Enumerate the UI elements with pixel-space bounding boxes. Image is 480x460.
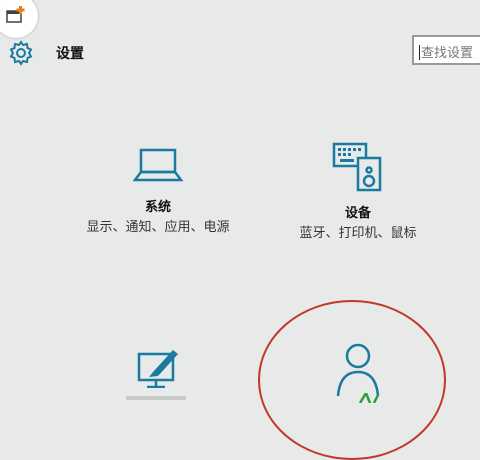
page-title: 设置 xyxy=(56,46,84,62)
settings-header: 设置 xyxy=(8,38,84,68)
tile-personalization[interactable] xyxy=(126,346,190,388)
clipped-label xyxy=(126,396,186,400)
search-input[interactable]: 查找设置 xyxy=(412,35,480,65)
gear-icon xyxy=(9,40,33,66)
cursor-icon xyxy=(358,393,380,403)
app-corner-badge xyxy=(0,0,38,38)
search-placeholder: 查找设置 xyxy=(421,46,474,61)
tile-system[interactable]: 系统 显示、通知、应用、电源 xyxy=(80,142,236,237)
tile-devices-name: 设备 xyxy=(344,206,371,221)
window-icon xyxy=(6,6,25,23)
tile-devices-desc: 蓝牙、打印机、鼠标 xyxy=(299,226,417,241)
keyboard-speaker-icon xyxy=(332,142,382,192)
tile-devices[interactable]: 设备 蓝牙、打印机、鼠标 xyxy=(282,142,434,243)
laptop-icon xyxy=(133,148,183,182)
tile-system-name: 系统 xyxy=(144,200,171,215)
personalization-icon xyxy=(137,350,178,388)
tile-system-desc: 显示、通知、应用、电源 xyxy=(86,220,230,235)
annotation-circle xyxy=(258,300,446,460)
text-caret xyxy=(419,45,420,60)
